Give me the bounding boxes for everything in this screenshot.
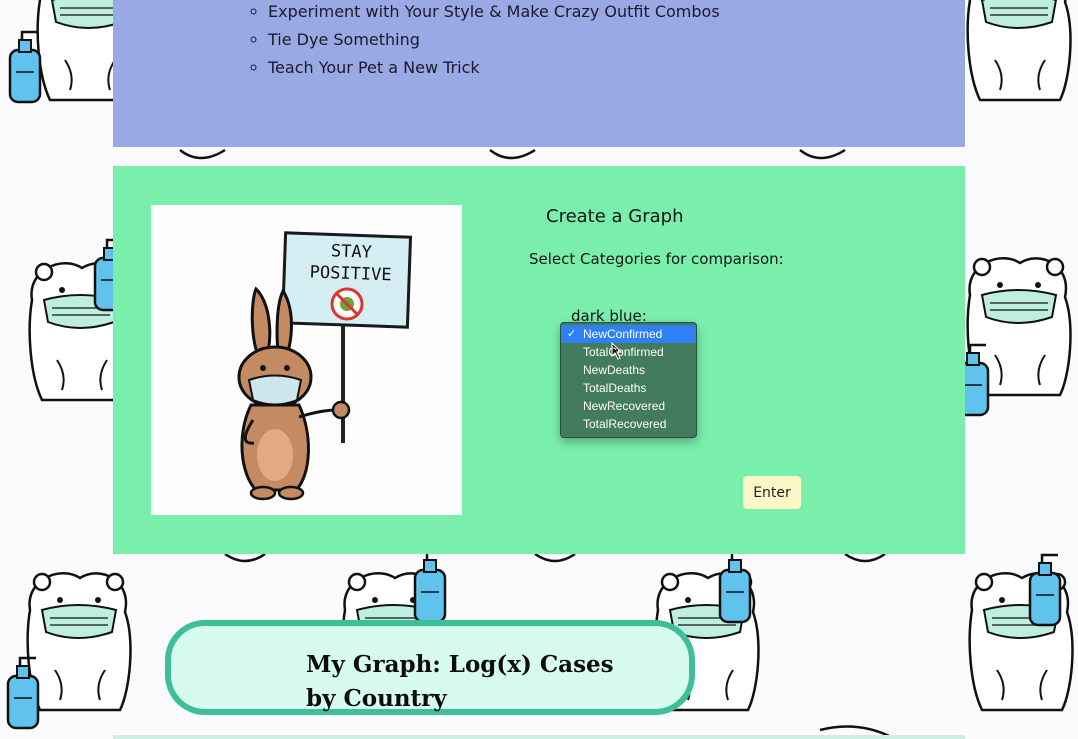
graph-title-banner: My Graph: Log(x) Cases by Country	[165, 620, 695, 715]
option-newdeaths[interactable]: NewDeaths	[561, 361, 696, 379]
option-totalconfirmed[interactable]: TotalConfirmed	[561, 343, 696, 361]
graph-title: My Graph: Log(x) Cases by Country	[306, 648, 626, 716]
sign-line-2: POSITIVE	[309, 262, 392, 286]
stay-positive-image: STAY POSITIVE	[151, 205, 462, 515]
category-dropdown[interactable]: ✓ NewConfirmed TotalConfirmed NewDeaths …	[560, 322, 697, 438]
select-categories-label: Select Categories for comparison:	[529, 250, 784, 268]
option-totalrecovered[interactable]: TotalRecovered	[561, 415, 696, 433]
activity-item: Teach Your Pet a New Trick	[268, 54, 720, 82]
option-label: TotalRecovered	[583, 417, 667, 431]
activities-list: Experiment with Your Style & Make Crazy …	[268, 0, 720, 82]
option-label: NewConfirmed	[583, 327, 663, 341]
option-newrecovered[interactable]: NewRecovered	[561, 397, 696, 415]
option-label: TotalDeaths	[583, 381, 647, 395]
activity-item: Experiment with Your Style & Make Crazy …	[268, 0, 720, 26]
option-totaldeaths[interactable]: TotalDeaths	[561, 379, 696, 397]
option-label: NewDeaths	[583, 363, 646, 377]
create-graph-title: Create a Graph	[546, 206, 684, 227]
graph-area-edge	[113, 735, 965, 739]
activity-item: Tie Dye Something	[268, 26, 720, 54]
sign-text: STAY POSITIVE	[290, 239, 411, 287]
option-label: NewRecovered	[583, 399, 666, 413]
option-label: TotalConfirmed	[583, 345, 664, 359]
option-newconfirmed[interactable]: ✓ NewConfirmed	[561, 325, 696, 360]
activities-panel: Experiment with Your Style & Make Crazy …	[113, 0, 965, 147]
graph-title-line-2: by Country	[306, 685, 447, 712]
create-graph-panel: STAY POSITIVE Create a Graph Select Cate…	[113, 166, 965, 554]
graph-title-line-1: My Graph: Log(x) Cases	[306, 651, 614, 678]
enter-button[interactable]: Enter	[743, 476, 801, 509]
checkmark-icon: ✓	[567, 328, 577, 340]
